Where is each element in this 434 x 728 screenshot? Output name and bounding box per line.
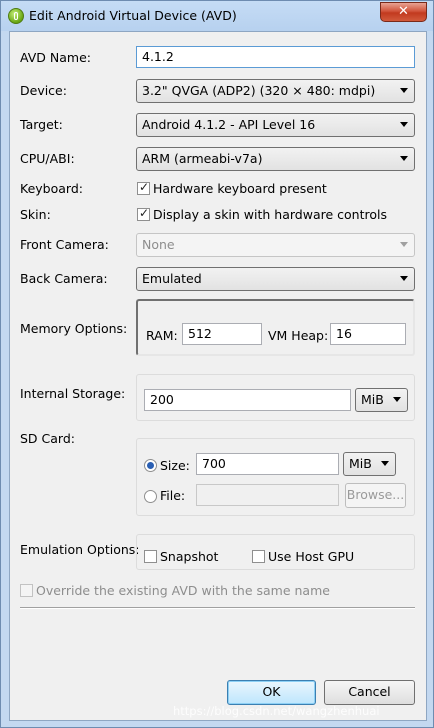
sd-size-label: Size: bbox=[160, 458, 190, 473]
cpu-abi-select-value: ARM (armeabi-v7a) bbox=[142, 151, 263, 166]
sd-file-radio[interactable] bbox=[144, 490, 157, 503]
keyboard-checkbox[interactable] bbox=[137, 180, 150, 195]
title-bar[interactable]: Edit Android Virtual Device (AVD) ✕ bbox=[1, 1, 434, 31]
front-camera-label: Front Camera: bbox=[20, 237, 109, 252]
device-label: Device: bbox=[20, 83, 67, 98]
chevron-down-icon bbox=[393, 397, 401, 402]
chevron-down-icon bbox=[400, 122, 408, 127]
keyboard-label: Keyboard: bbox=[20, 181, 83, 196]
watermark-text: https://blog.csdn.net/wangzhenhuai bbox=[173, 704, 380, 718]
back-camera-label: Back Camera: bbox=[20, 271, 108, 286]
back-camera-select-value: Emulated bbox=[142, 271, 202, 286]
chevron-down-icon bbox=[400, 242, 408, 247]
front-camera-select-value: None bbox=[142, 237, 175, 252]
snapshot-checkbox-label: Snapshot bbox=[160, 549, 219, 564]
target-select-value: Android 4.1.2 - API Level 16 bbox=[142, 117, 316, 132]
window-frame: Edit Android Virtual Device (AVD) ✕ AVD … bbox=[0, 0, 434, 728]
memory-options-label: Memory Options: bbox=[20, 321, 128, 336]
override-checkbox[interactable] bbox=[20, 584, 33, 597]
skin-checkbox-label: Display a skin with hardware controls bbox=[153, 207, 387, 222]
internal-storage-unit-value: MiB bbox=[361, 392, 384, 407]
back-camera-select[interactable]: Emulated bbox=[136, 267, 415, 291]
keyboard-checkbox-label: Hardware keyboard present bbox=[153, 181, 327, 196]
skin-checkbox[interactable] bbox=[137, 206, 150, 221]
sd-size-unit-select[interactable]: MiB bbox=[343, 452, 396, 476]
emulation-options-label: Emulation Options: bbox=[20, 542, 140, 557]
ram-input[interactable]: 512 bbox=[182, 323, 262, 345]
chevron-down-icon bbox=[400, 88, 408, 93]
vm-heap-label: VM Heap: bbox=[268, 328, 329, 343]
avd-name-input[interactable]: 4.1.2 bbox=[136, 46, 415, 68]
skin-label: Skin: bbox=[20, 207, 51, 222]
device-select-value: 3.2" QVGA (ADP2) (320 × 480: mdpi) bbox=[142, 83, 376, 98]
chevron-down-icon bbox=[381, 461, 389, 466]
use-host-gpu-checkbox-label: Use Host GPU bbox=[268, 549, 355, 564]
android-app-icon bbox=[8, 8, 24, 24]
vm-heap-input[interactable]: 16 bbox=[330, 323, 406, 345]
cancel-button[interactable]: Cancel bbox=[324, 680, 415, 705]
avd-name-label: AVD Name: bbox=[20, 50, 91, 65]
target-label: Target: bbox=[20, 117, 63, 132]
sd-size-radio[interactable] bbox=[144, 459, 157, 472]
override-checkbox-label: Override the existing AVD with the same … bbox=[36, 583, 330, 598]
sd-size-unit-value: MiB bbox=[349, 456, 372, 471]
internal-storage-label: Internal Storage: bbox=[20, 386, 126, 401]
chevron-down-icon bbox=[400, 276, 408, 281]
front-camera-select[interactable]: None bbox=[136, 233, 415, 257]
target-select[interactable]: Android 4.1.2 - API Level 16 bbox=[136, 113, 415, 137]
ok-button[interactable]: OK bbox=[227, 680, 316, 705]
device-select[interactable]: 3.2" QVGA (ADP2) (320 × 480: mdpi) bbox=[136, 79, 415, 103]
internal-storage-input[interactable]: 200 bbox=[144, 389, 351, 411]
chevron-down-icon bbox=[400, 156, 408, 161]
sd-file-input[interactable] bbox=[196, 484, 339, 506]
ram-label: RAM: bbox=[146, 328, 178, 343]
cpu-abi-label: CPU/ABI: bbox=[20, 151, 75, 166]
window-title: Edit Android Virtual Device (AVD) bbox=[29, 8, 237, 23]
snapshot-checkbox[interactable] bbox=[144, 550, 157, 563]
cpu-abi-select[interactable]: ARM (armeabi-v7a) bbox=[136, 147, 415, 171]
sd-size-input[interactable]: 700 bbox=[196, 453, 339, 475]
separator bbox=[20, 607, 415, 609]
sd-card-label: SD Card: bbox=[20, 431, 75, 446]
sd-file-label: File: bbox=[160, 488, 186, 503]
internal-storage-unit-select[interactable]: MiB bbox=[355, 388, 408, 412]
close-button[interactable]: ✕ bbox=[380, 2, 427, 22]
browse-button[interactable]: Browse... bbox=[345, 483, 406, 508]
use-host-gpu-checkbox[interactable] bbox=[252, 550, 265, 563]
